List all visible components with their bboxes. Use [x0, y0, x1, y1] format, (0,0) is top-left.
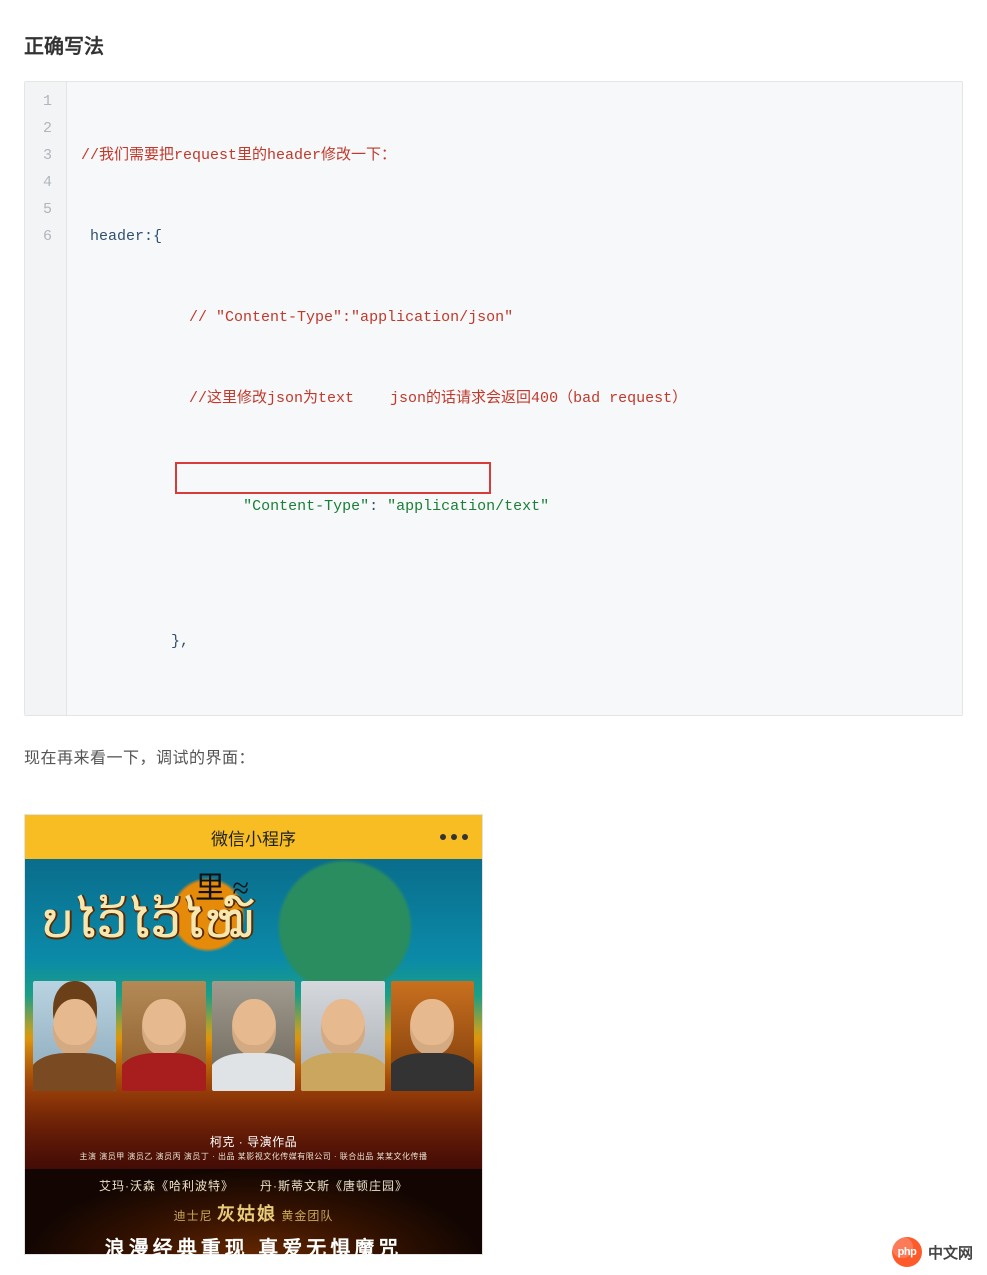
movie-poster-2[interactable]: 艾玛·沃森《哈利波特》 丹·斯蒂文斯《唐顿庄园》 迪士尼 灰姑娘 黄金团队 浪漫… [25, 1169, 482, 1254]
cast-portrait [212, 981, 295, 1091]
line-number: 6 [43, 223, 52, 250]
highlight-box [175, 462, 491, 494]
poster2-mid-big: 灰姑娘 [217, 1204, 277, 1224]
code-text: }, [81, 633, 189, 650]
watermark: php 中文网 [892, 1237, 973, 1267]
poster2-mid-line: 迪士尼 灰姑娘 黄金团队 [25, 1200, 482, 1226]
line-number: 1 [43, 88, 52, 115]
poster2-top-left: 艾玛·沃森《哈利波特》 [99, 1179, 234, 1193]
section-heading: 正确写法 [24, 30, 963, 59]
more-icon[interactable] [440, 834, 468, 840]
poster-area: 里 ≈ ບໄວ້ໄວ້ໄໝ໌ 柯克 · 导演作品 主演 演员甲 演员乙 演员丙 … [25, 859, 482, 1254]
poster-cast-row [33, 981, 474, 1091]
cast-portrait [122, 981, 205, 1091]
paragraph: 现在再来看一下，调试的界面： [24, 744, 963, 768]
phone-header: 微信小程序 [25, 815, 482, 859]
line-number: 3 [43, 142, 52, 169]
line-number: 5 [43, 196, 52, 223]
cast-portrait [33, 981, 116, 1091]
poster2-top-line: 艾玛·沃森《哈利波特》 丹·斯蒂文斯《唐顿庄园》 [25, 1177, 482, 1194]
code-value: "application/text" [387, 498, 549, 515]
poster-credits: 柯克 · 导演作品 主演 演员甲 演员乙 演员丙 演员丁 · 出品 某影视文化传… [25, 1136, 482, 1163]
code-comment: // "Content-Type":"application/json" [81, 309, 513, 326]
phone-mock: 微信小程序 里 ≈ ບໄວ້ໄວ້ໄໝ໌ 柯克 · 导演作品 主演 演员甲 演员… [24, 814, 483, 1255]
poster2-top-right: 丹·斯蒂文斯《唐顿庄园》 [260, 1179, 408, 1193]
watermark-label: 中文网 [928, 1242, 973, 1263]
poster2-tagline: 浪漫经典重现 真爱无惧魔咒 [25, 1232, 482, 1261]
poster-credit-small: 主演 演员甲 演员乙 演员丙 演员丁 · 出品 某影视文化传媒有限公司 · 联合… [37, 1151, 470, 1163]
code-key: "Content-Type" [243, 498, 369, 515]
poster-director: 柯克 · 导演作品 [37, 1136, 470, 1148]
code-comment: //这里修改json为text json的话请求会返回400（bad reque… [81, 390, 687, 407]
code-indent [135, 498, 243, 515]
poster2-mid-suffix: 黄金团队 [277, 1209, 333, 1223]
cast-portrait [391, 981, 474, 1091]
poster-ideogram: 里 ≈ [195, 863, 249, 907]
phone-title: 微信小程序 [211, 825, 296, 850]
poster2-mid-prefix: 迪士尼 [174, 1209, 217, 1223]
watermark-logo-icon: php [892, 1237, 922, 1267]
code-content: //我们需要把request里的header修改一下： header:{ // … [67, 82, 962, 715]
cast-portrait [301, 981, 384, 1091]
code-block: 1 2 3 4 5 6 //我们需要把request里的header修改一下： … [24, 81, 963, 716]
line-number: 4 [43, 169, 52, 196]
line-number: 2 [43, 115, 52, 142]
movie-poster-1[interactable]: 里 ≈ ບໄວ້ໄວ້ໄໝ໌ 柯克 · 导演作品 主演 演员甲 演员乙 演员丙 … [25, 859, 482, 1169]
code-text: header:{ [81, 228, 162, 245]
code-gutter: 1 2 3 4 5 6 [25, 82, 67, 715]
poster-title-script: 里 ≈ ບໄວ້ໄວ້ໄໝ໌ [25, 875, 482, 967]
code-comment: //我们需要把request里的header修改一下： [81, 147, 396, 164]
code-colon: : [369, 498, 387, 515]
